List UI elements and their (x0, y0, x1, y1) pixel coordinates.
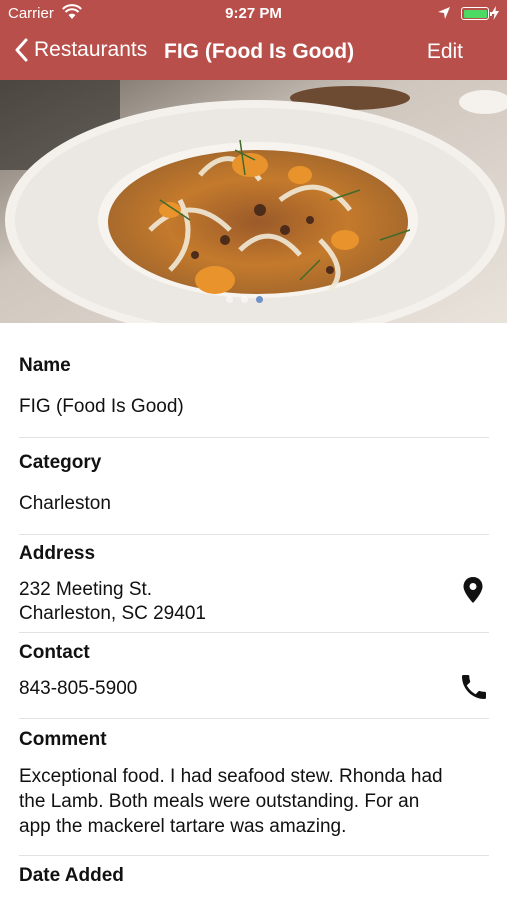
phone-icon[interactable] (458, 671, 490, 703)
comment-label: Comment (19, 729, 107, 750)
category-label: Category (19, 452, 102, 473)
page-dot[interactable] (226, 296, 233, 303)
location-arrow-icon (438, 7, 450, 19)
page-indicator[interactable] (226, 296, 263, 303)
address-line-2: Charleston, SC 29401 (19, 603, 206, 624)
comment-line-3: app the mackerel tartare was amazing. (19, 816, 347, 837)
contact-label: Contact (19, 642, 90, 663)
page-dot[interactable] (241, 296, 248, 303)
address-line-1: 232 Meeting St. (19, 579, 153, 600)
date-added-label: Date Added (19, 865, 124, 886)
divider (19, 632, 489, 633)
page-dot-active[interactable] (256, 296, 263, 303)
name-label: Name (19, 355, 71, 376)
page-title: FIG (Food Is Good) (164, 40, 355, 63)
category-value: Charleston (19, 493, 111, 514)
status-time: 9:27 PM (225, 5, 282, 22)
navigation-bar: Carrier 9:27 PM Restaurants FIG (Food Is… (0, 0, 507, 80)
back-button-label: Restaurants (34, 38, 148, 61)
comment-line-1: Exceptional food. I had seafood stew. Rh… (19, 766, 443, 787)
divider (19, 718, 489, 719)
address-label: Address (19, 543, 96, 564)
restaurant-photo[interactable] (0, 80, 507, 323)
divider (19, 534, 489, 535)
status-bar: Carrier 9:27 PM (0, 0, 507, 28)
name-value: FIG (Food Is Good) (19, 396, 184, 417)
comment-line-2: the Lamb. Both meals were outstanding. F… (19, 791, 420, 812)
back-button[interactable]: Restaurants (14, 38, 147, 62)
chevron-left-icon (15, 38, 28, 62)
divider (19, 437, 489, 438)
food-photo-illustration (0, 80, 507, 323)
nav-bar: Restaurants FIG (Food Is Good) Edit (0, 30, 507, 74)
battery-icon (461, 7, 492, 20)
charging-bolt-icon (491, 6, 499, 20)
edit-button[interactable]: Edit (427, 40, 463, 64)
map-pin-icon[interactable] (462, 576, 484, 604)
contact-value[interactable]: 843-805-5900 (19, 677, 137, 701)
divider (19, 855, 489, 856)
